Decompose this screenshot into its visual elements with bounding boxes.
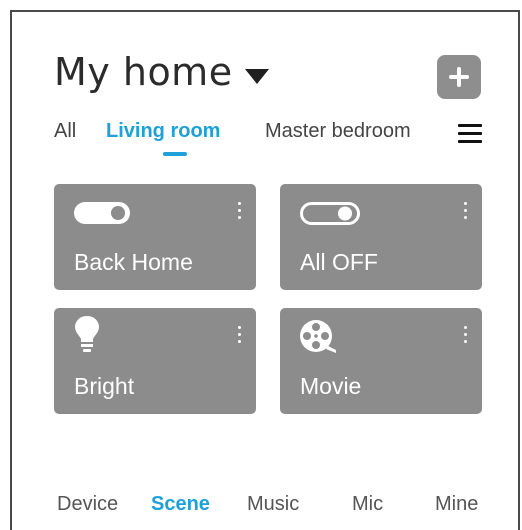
scene-card-bright[interactable]: Bright (54, 308, 256, 414)
caret-down-icon (244, 68, 269, 84)
nav-scene[interactable]: Scene (151, 493, 210, 516)
nav-device[interactable]: Device (57, 493, 118, 516)
add-button[interactable] (437, 55, 481, 99)
nav-music[interactable]: Music (247, 493, 299, 516)
scene-card-back-home[interactable]: Back Home (54, 184, 256, 290)
nav-mine[interactable]: Mine (435, 493, 478, 516)
scene-label: Movie (300, 373, 362, 399)
lightbulb-icon (75, 316, 99, 352)
tab-all[interactable]: All (54, 120, 76, 143)
nav-mic[interactable]: Mic (352, 493, 383, 516)
scene-card-movie[interactable]: Movie (280, 308, 482, 414)
more-options-icon[interactable] (464, 202, 468, 220)
home-selector[interactable]: My home (54, 50, 269, 94)
toggle-off-icon (300, 202, 360, 225)
film-reel-icon (300, 320, 336, 353)
tab-living-room[interactable]: Living room (106, 120, 220, 143)
more-options-icon[interactable] (238, 326, 242, 344)
scene-label: Bright (74, 373, 135, 399)
menu-icon[interactable] (458, 124, 482, 144)
scene-label: All OFF (300, 249, 378, 275)
active-tab-indicator (163, 152, 187, 156)
scene-label: Back Home (74, 249, 193, 275)
more-options-icon[interactable] (238, 202, 242, 220)
toggle-on-icon (74, 202, 130, 224)
page-title: My home (54, 50, 233, 94)
bottom-nav: Device Scene Music Mic Mine (0, 493, 522, 519)
tab-master-bedroom[interactable]: Master bedroom (265, 120, 411, 143)
scene-card-all-off[interactable]: All OFF (280, 184, 482, 290)
more-options-icon[interactable] (464, 326, 468, 344)
